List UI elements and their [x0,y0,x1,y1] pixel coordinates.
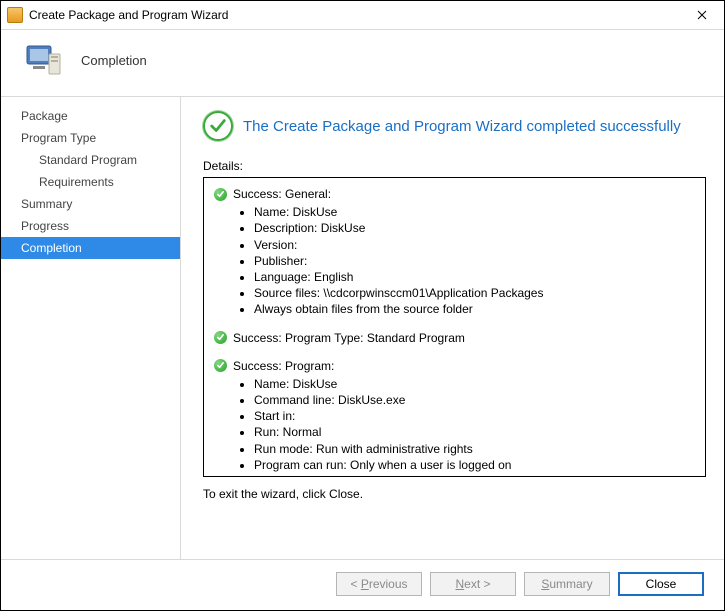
wizard-header: Completion [1,30,724,97]
next-button: Next > [430,572,516,596]
details-label: Details: [203,159,706,173]
previous-button: < Previous [336,572,422,596]
sidebar-item-package[interactable]: Package [1,105,180,127]
detail-item: Program can run: Only when a user is log… [254,457,695,473]
sidebar-item-requirements[interactable]: Requirements [1,171,180,193]
detail-item: Command line: DiskUse.exe [254,392,695,408]
sidebar-item-standard-program[interactable]: Standard Program [1,149,180,171]
detail-item: Version: [254,237,695,253]
summary-button: Summary [524,572,610,596]
detail-group: Success: Program: Name: DiskUseCommand li… [214,358,695,477]
wizard-footer: < Previous Next > Summary Close [1,559,724,610]
wizard-main: The Create Package and Program Wizard co… [181,97,724,559]
check-icon [214,359,227,372]
detail-item: Language: English [254,269,695,285]
detail-item: Run: Normal [254,424,695,440]
title-bar: Create Package and Program Wizard [1,1,724,30]
detail-item: Description: DiskUse [254,220,695,236]
detail-item: Always obtain files from the source fold… [254,301,695,317]
detail-item: Name: DiskUse [254,204,695,220]
detail-item: Source files: \\cdcorpwinsccm01\Applicat… [254,285,695,301]
sidebar-item-progress[interactable]: Progress [1,215,180,237]
sidebar-item-completion[interactable]: Completion [1,237,180,259]
detail-group: Success: Program Type: Standard Program [214,330,695,346]
detail-item: Publisher: [254,253,695,269]
exit-hint: To exit the wizard, click Close. [203,487,706,501]
detail-item: Allow users to view and interact with th… [254,473,695,477]
window-title: Create Package and Program Wizard [29,8,228,22]
sidebar-item-program-type[interactable]: Program Type [1,127,180,149]
check-icon [214,188,227,201]
detail-item: Name: DiskUse [254,376,695,392]
success-message: The Create Package and Program Wizard co… [243,118,681,135]
wizard-sidebar: PackageProgram TypeStandard ProgramRequi… [1,97,181,559]
success-check-icon [203,111,233,141]
app-icon [7,7,23,23]
detail-group-title: Success: General: [233,186,331,202]
detail-group: Success: General: Name: DiskUseDescriptio… [214,186,695,318]
check-icon [214,331,227,344]
detail-item: Start in: [254,408,695,424]
close-icon[interactable] [679,1,724,29]
detail-group-title: Success: Program: [233,358,334,374]
detail-item: Run mode: Run with administrative rights [254,441,695,457]
computer-icon [23,40,63,80]
close-button[interactable]: Close [618,572,704,596]
details-box[interactable]: Success: General:Name: DiskUseDescriptio… [203,177,706,477]
sidebar-item-summary[interactable]: Summary [1,193,180,215]
detail-group-title: Success: Program Type: Standard Program [233,330,465,346]
page-title: Completion [81,53,147,68]
